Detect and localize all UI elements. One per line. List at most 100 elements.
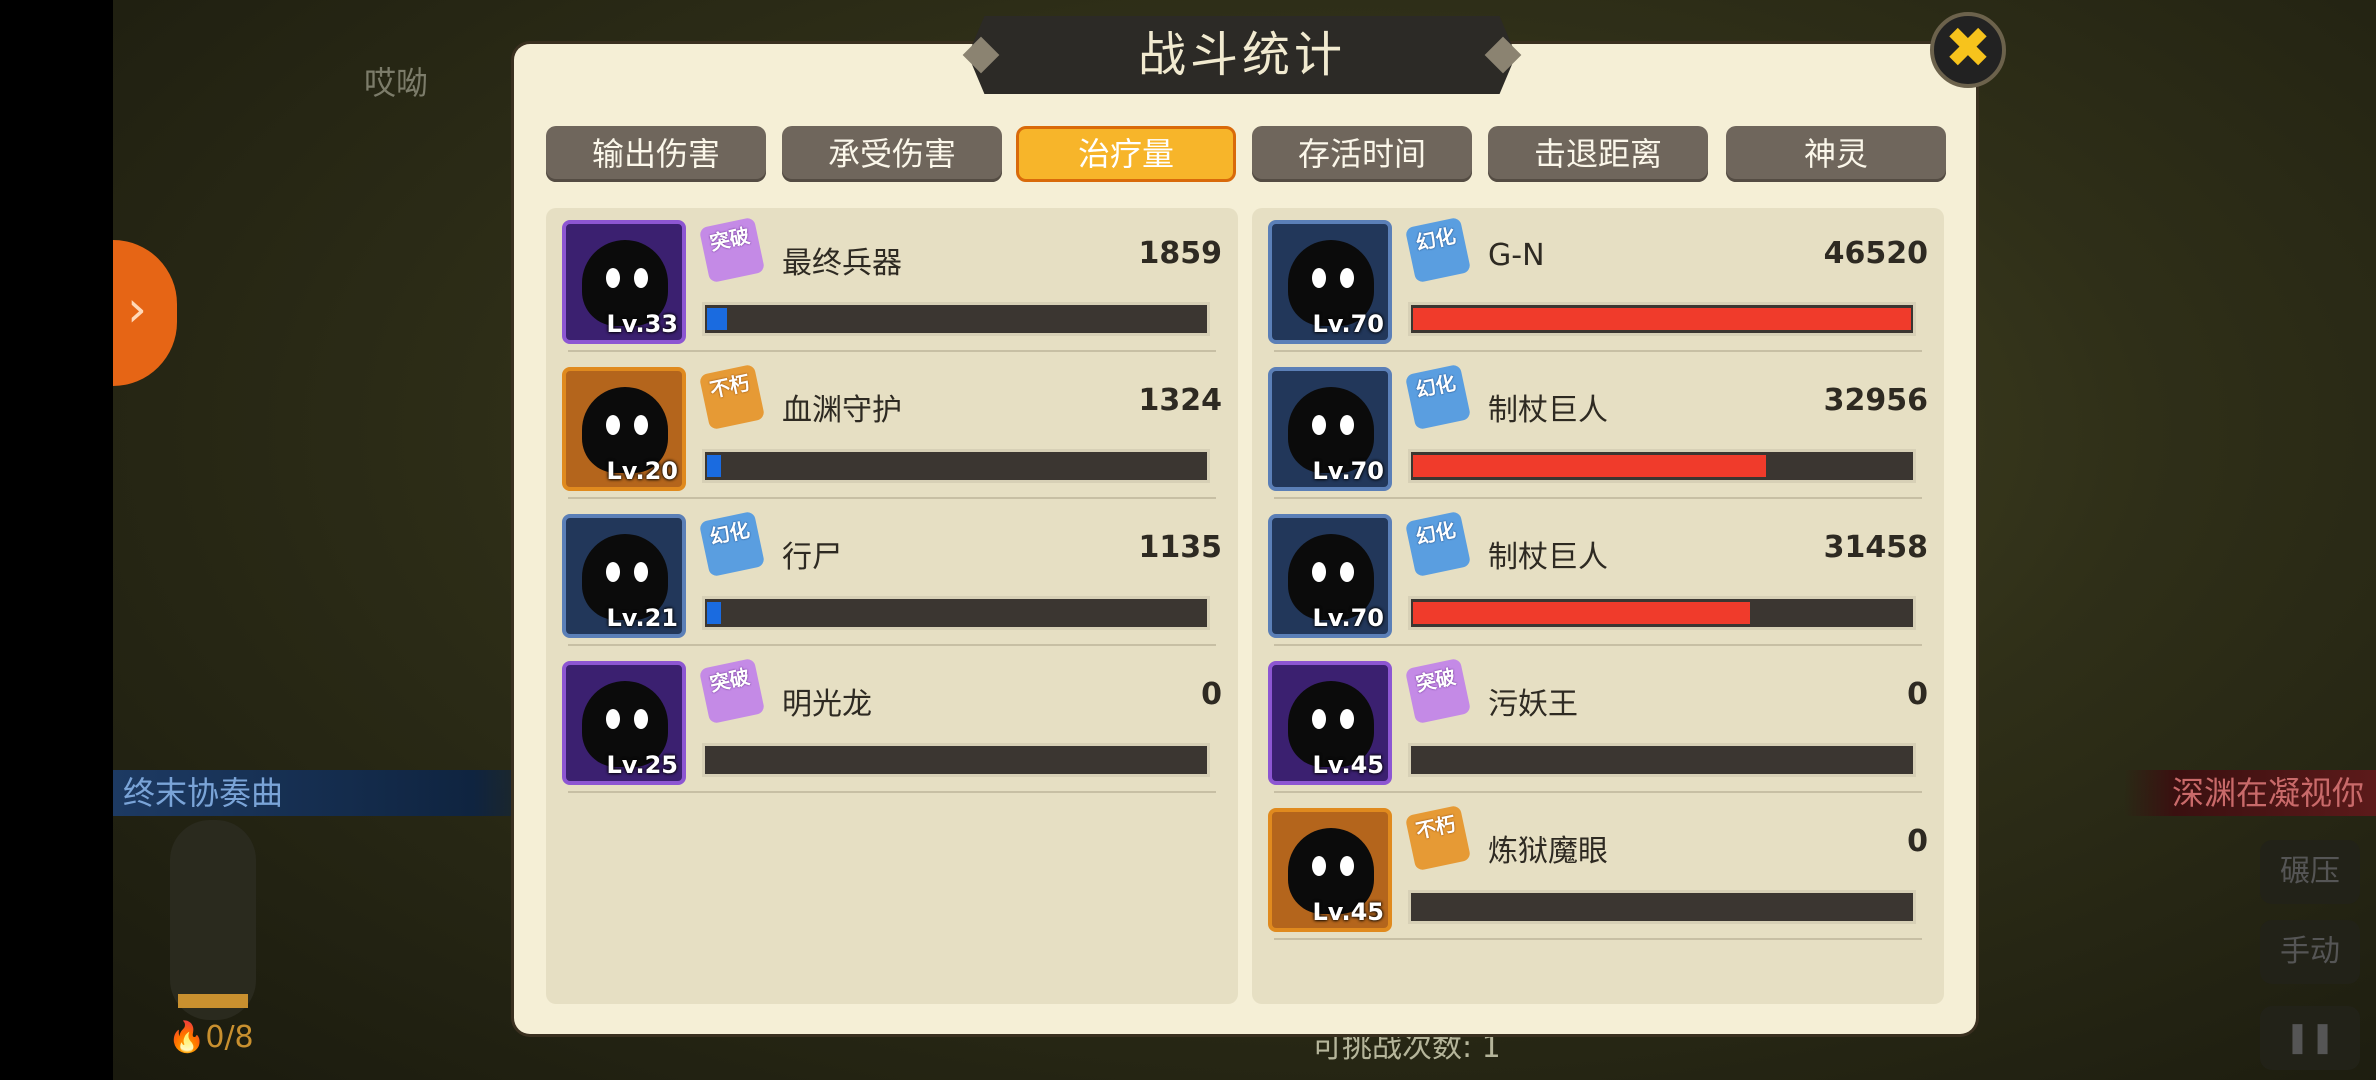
stat-bar-fill	[1413, 455, 1766, 477]
rarity-badge: 不朽	[1404, 804, 1472, 872]
unit-portrait[interactable]: Lv.25	[562, 661, 686, 785]
pause-button[interactable]: ❚❚	[2260, 1006, 2360, 1070]
stat-bar-fill	[707, 602, 721, 624]
unit-stat-value: 0	[1907, 677, 1928, 712]
unit-name: 制杖巨人	[1488, 393, 1608, 428]
stat-bar-fill	[1413, 308, 1911, 330]
unit-stat-value: 46520	[1823, 236, 1928, 271]
rarity-badge: 幻化	[1404, 363, 1472, 431]
unit-portrait[interactable]: Lv.21	[562, 514, 686, 638]
unit-stat-value: 1324	[1138, 383, 1223, 418]
row-divider	[568, 644, 1216, 646]
unit-level: Lv.20	[606, 457, 679, 485]
tab-healing[interactable]: 治疗量	[1016, 126, 1236, 182]
chevron-right-icon: ›	[127, 280, 147, 338]
background-text: 哎呦	[364, 64, 429, 102]
manual-button[interactable]: 手动	[2260, 920, 2360, 984]
tab-damage-taken[interactable]: 承受伤害	[782, 126, 1002, 182]
energy-label: 🔥0/8	[168, 1020, 254, 1055]
tab-deity[interactable]: 神灵	[1726, 126, 1946, 182]
eye-icon	[634, 415, 648, 435]
stat-bar	[1408, 596, 1916, 630]
tab-label: 击退距离	[1533, 135, 1662, 173]
tab-label: 输出伤害	[591, 135, 720, 173]
left-stage-caption: 终末协奏曲	[113, 770, 563, 816]
unit-level: Lv.70	[1312, 457, 1385, 485]
unit-level: Lv.25	[606, 751, 679, 779]
stat-bar	[1408, 449, 1916, 483]
eye-icon	[1312, 709, 1326, 729]
stat-bar	[702, 449, 1210, 483]
row-divider	[1274, 644, 1922, 646]
eye-icon	[606, 268, 620, 288]
stat-bar	[1408, 302, 1916, 336]
unit-portrait[interactable]: Lv.45	[1268, 808, 1392, 932]
unit-row: Lv.45 不朽 炼狱魔眼 0	[1252, 796, 1944, 942]
unit-portrait[interactable]: Lv.70	[1268, 514, 1392, 638]
unit-portrait[interactable]: Lv.70	[1268, 367, 1392, 491]
eye-icon	[1312, 415, 1326, 435]
unit-level: Lv.70	[1312, 310, 1385, 338]
row-divider	[568, 497, 1216, 499]
unit-name: 行尸	[782, 540, 842, 575]
rarity-badge: 突破	[698, 216, 766, 284]
unit-name: 污妖王	[1488, 687, 1578, 722]
row-divider	[1274, 938, 1922, 940]
stat-bar	[1408, 743, 1916, 777]
enemy-team-list: Lv.70 幻化 G-N 46520 Lv.70 幻化 制杖巨人 32956 Lv.70 幻化 制杖…	[1252, 208, 1944, 1004]
unit-portrait[interactable]: Lv.45	[1268, 661, 1392, 785]
unit-stat-value: 32956	[1823, 383, 1928, 418]
unit-level: Lv.45	[1312, 751, 1385, 779]
unit-portrait[interactable]: Lv.20	[562, 367, 686, 491]
close-button[interactable]: ✖	[1930, 12, 2006, 88]
unit-row: Lv.70 幻化 制杖巨人 31458	[1252, 502, 1944, 648]
stat-bar	[702, 743, 1210, 777]
stat-tabs: 输出伤害 承受伤害 治疗量 存活时间 击退距离 神灵	[546, 126, 1946, 182]
row-divider	[1274, 350, 1922, 352]
tab-survival-time[interactable]: 存活时间	[1252, 126, 1472, 182]
eye-icon	[606, 562, 620, 582]
right-stage-caption: 深渊在凝视你	[2124, 770, 2376, 816]
eye-icon	[1340, 856, 1354, 876]
eye-icon	[606, 415, 620, 435]
unit-level: Lv.21	[606, 604, 679, 632]
eye-icon	[1340, 268, 1354, 288]
unit-name: 明光龙	[782, 687, 872, 722]
eye-icon	[606, 709, 620, 729]
unit-row: Lv.21 幻化 行尸 1135	[546, 502, 1238, 648]
unit-name: 最终兵器	[782, 246, 902, 281]
row-divider	[1274, 791, 1922, 793]
unit-level: Lv.70	[1312, 604, 1385, 632]
eye-icon	[634, 562, 648, 582]
ally-team-list: Lv.33 突破 最终兵器 1859 Lv.20 不朽 血渊守护 1324 Lv.21 幻化 行尸 1…	[546, 208, 1238, 1004]
unit-name: G-N	[1488, 238, 1545, 273]
unit-stat-value: 31458	[1823, 530, 1928, 565]
eye-icon	[634, 709, 648, 729]
stat-bar-fill	[707, 308, 727, 330]
rarity-badge: 突破	[698, 657, 766, 725]
unit-portrait[interactable]: Lv.70	[1268, 220, 1392, 344]
stat-bar	[702, 596, 1210, 630]
eye-icon	[1312, 856, 1326, 876]
row-divider	[568, 350, 1216, 352]
eye-icon	[1312, 268, 1326, 288]
unit-stat-value: 1135	[1138, 530, 1223, 565]
unit-row: Lv.33 突破 最终兵器 1859	[546, 208, 1238, 354]
eye-icon	[1340, 709, 1354, 729]
eye-icon	[1340, 415, 1354, 435]
unit-name: 制杖巨人	[1488, 540, 1608, 575]
tab-knockback-distance[interactable]: 击退距离	[1488, 126, 1708, 182]
rarity-badge: 幻化	[1404, 216, 1472, 284]
stat-bar-fill	[707, 455, 721, 477]
stat-bar	[1408, 890, 1916, 924]
stat-bar-fill	[1413, 602, 1750, 624]
tab-damage-dealt[interactable]: 输出伤害	[546, 126, 766, 182]
unit-portrait[interactable]: Lv.33	[562, 220, 686, 344]
unit-level: Lv.45	[1312, 898, 1385, 926]
crush-button[interactable]: 碾压	[2260, 840, 2360, 904]
unit-stat-value: 1859	[1138, 236, 1223, 271]
unit-stat-value: 0	[1907, 824, 1928, 859]
unit-stat-value: 0	[1201, 677, 1222, 712]
tab-label: 承受伤害	[827, 135, 956, 173]
tab-label: 治疗量	[1077, 135, 1174, 173]
